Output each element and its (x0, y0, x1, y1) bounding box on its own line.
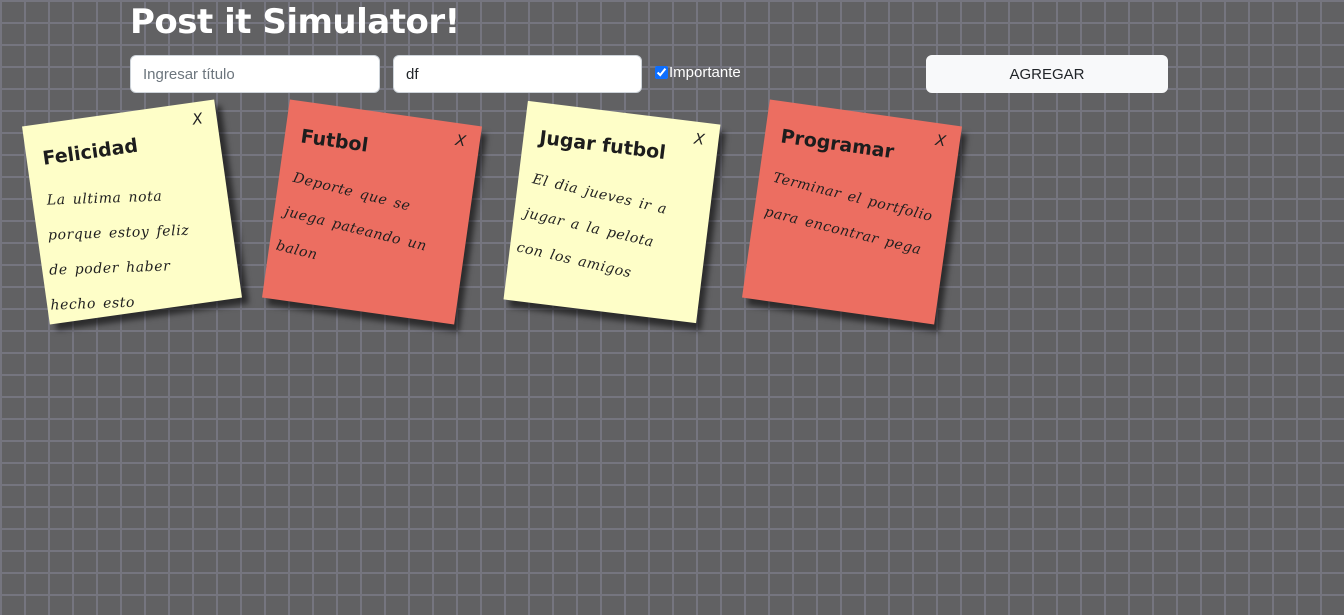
post-it-note: X Felicidad La ultima nota porque estoy … (22, 99, 242, 325)
note-body: Terminar el portfolio para encontrar peg… (762, 169, 935, 259)
close-note-button[interactable]: X (454, 131, 467, 150)
note-title: Futbol (299, 125, 370, 157)
close-note-button[interactable]: X (693, 130, 705, 149)
close-note-button[interactable]: X (934, 131, 947, 150)
important-checkbox[interactable] (655, 66, 668, 79)
note-title: Programar (779, 125, 896, 164)
important-label: Importante (669, 64, 741, 81)
page-title: Post it Simulator! (130, 2, 460, 42)
post-it-note: X Programar Terminar el portfolio para e… (742, 99, 962, 325)
note-title: Felicidad (41, 134, 140, 170)
note-form: Importante AGREGAR (130, 55, 1168, 93)
post-it-note: X Futbol Deporte que se juega pateando u… (262, 99, 482, 325)
description-input[interactable] (393, 55, 642, 93)
add-button[interactable]: AGREGAR (926, 55, 1168, 93)
important-toggle[interactable]: Importante (655, 64, 741, 81)
title-input[interactable] (130, 55, 380, 93)
note-body: Deporte que se juega pateando un balon (274, 169, 429, 264)
note-body: La ultima nota porque estoy feliz de pod… (46, 188, 190, 314)
close-note-button[interactable]: X (191, 109, 204, 128)
post-it-note: X Jugar futbol El dia jueves ir a jugar … (503, 100, 721, 324)
note-body: El dia jueves ir a jugar a la pelota con… (515, 171, 669, 282)
note-title: Jugar futbol (538, 126, 667, 165)
